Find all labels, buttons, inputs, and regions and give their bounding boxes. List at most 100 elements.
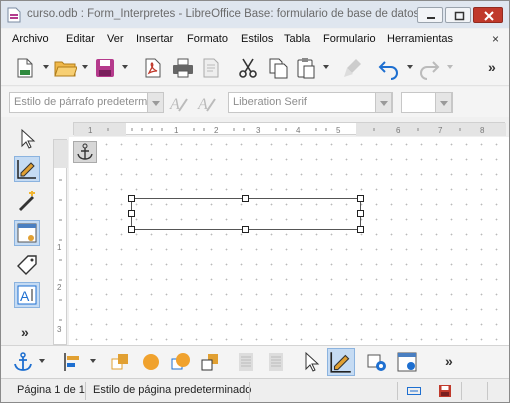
resize-handle-top-left[interactable] [128,195,135,202]
title-bar: curso.odb : Form_Interpretes - LibreOffi… [1,1,509,28]
paragraph-style-dropdown-icon[interactable] [147,92,164,113]
resize-handle-left[interactable] [128,210,135,217]
control-properties-icon[interactable] [365,350,389,374]
page-count[interactable]: Página 1 de 1 [17,384,85,396]
resize-handle-bottom[interactable] [242,226,249,233]
form-controls-toolbar: A » [1,118,49,345]
design-mode-toggle[interactable] [327,348,355,376]
menu-bar: Archivo Editar Ver Insertar Formato Esti… [1,29,509,50]
horizontal-ruler[interactable]: 1 1 2 3 4 5 6 7 8 [73,122,506,136]
paste-dropdown-icon[interactable] [323,65,329,69]
resize-handle-right[interactable] [357,210,364,217]
undo-icon[interactable] [377,56,401,80]
svg-text:2: 2 [214,126,219,135]
maximize-button[interactable] [445,7,471,23]
form-icon[interactable] [395,350,419,374]
anchor-marker-icon[interactable] [73,141,97,163]
undo-dropdown-icon[interactable] [407,65,413,69]
select-cursor-icon[interactable] [299,350,323,374]
new-dropdown-icon[interactable] [43,65,49,69]
form-properties-button[interactable] [14,220,40,246]
resize-handle-bottom-left[interactable] [128,226,135,233]
new-style-icon: A [197,96,216,113]
copy-icon[interactable] [266,56,290,80]
tab-order-icon[interactable] [14,252,40,278]
svg-text:7: 7 [438,126,443,135]
close-button[interactable] [473,7,503,23]
menu-tabla[interactable]: Tabla [284,33,310,45]
circle-front-icon[interactable] [139,350,163,374]
minimize-button[interactable] [417,7,443,23]
select-icon[interactable] [14,126,40,152]
paragraph-style-combo[interactable]: Estilo de párrafo predetermina [9,92,154,113]
resize-handle-top-right[interactable] [357,195,364,202]
font-name-combo[interactable]: Liberation Serif [228,92,393,113]
toolbar-overflow-icon[interactable]: » [488,59,496,75]
new-document-icon[interactable] [13,56,37,80]
print-icon[interactable] [171,56,195,80]
align-dropdown-icon[interactable] [90,359,96,363]
menu-formulario[interactable]: Formulario [323,33,376,45]
font-name-dropdown-icon[interactable] [375,92,392,113]
font-size-dropdown-icon[interactable] [435,92,452,113]
standard-toolbar: » [1,50,509,86]
form-properties-icon [17,223,37,243]
send-to-back-icon[interactable] [199,350,223,374]
svg-text:8: 8 [480,126,485,135]
resize-handle-bottom-right[interactable] [357,226,364,233]
svg-text:5: 5 [336,126,341,135]
wizards-icon[interactable] [14,188,40,214]
export-pdf-icon[interactable] [141,56,165,80]
paste-icon[interactable] [294,56,318,80]
vertical-ruler-ticks: 1 2 3 [54,140,68,334]
redo-dropdown-icon [447,65,453,69]
save-icon[interactable] [93,56,117,80]
menu-herramientas[interactable]: Herramientas [387,33,453,45]
menu-archivo[interactable]: Archivo [12,33,49,45]
document-modified-icon[interactable] [437,383,453,399]
form-navigator-button[interactable]: A [14,282,40,308]
svg-text:1: 1 [174,126,179,135]
design-mode-icon [17,160,36,179]
minimize-icon [427,17,435,19]
open-folder-icon[interactable] [53,56,77,80]
menu-editar[interactable]: Editar [66,33,95,45]
selection-mode-icon[interactable] [406,383,422,399]
design-mode-icon [330,352,351,373]
save-dropdown-icon[interactable] [122,65,128,69]
menu-estilos[interactable]: Estilos [241,33,273,45]
close-document-icon[interactable]: × [492,32,499,46]
anchor-dropdown-icon[interactable] [39,359,45,363]
menu-ver[interactable]: Ver [107,33,124,45]
status-separator [85,382,86,400]
formatting-toolbar: Estilo de párrafo predetermina A A Liber… [1,87,509,117]
redo-icon[interactable] [417,56,441,80]
vertical-ruler[interactable]: 1 2 3 [53,139,68,345]
svg-text:3: 3 [256,126,261,135]
page-icon-1 [239,353,253,371]
menu-formato[interactable]: Formato [187,33,228,45]
bring-to-front-icon[interactable] [109,350,133,374]
cut-icon[interactable] [236,56,260,80]
status-bar: Página 1 de 1 Estilo de página predeterm… [1,378,509,402]
bottombar-overflow-icon[interactable]: » [445,353,453,369]
sidebar-overflow-icon[interactable]: » [21,324,29,340]
resize-handle-top[interactable] [242,195,249,202]
svg-text:A: A [20,288,30,304]
window-title: curso.odb : Form_Interpretes - LibreOffi… [27,8,420,20]
clone-formatting-icon[interactable] [341,56,365,80]
anchor-icon[interactable] [11,350,35,374]
svg-text:1: 1 [57,243,62,252]
update-style-icon: A [169,96,188,113]
design-mode-button[interactable] [14,156,40,182]
print-preview-icon[interactable] [199,56,223,80]
menu-insertar[interactable]: Insertar [136,33,173,45]
page-style[interactable]: Estilo de página predeterminado [93,384,251,396]
document-canvas[interactable] [69,137,509,345]
svg-text:1: 1 [88,126,93,135]
status-separator [397,382,398,400]
form-design-toolbar: » [1,345,509,378]
circle-back-icon[interactable] [169,350,193,374]
open-dropdown-icon[interactable] [82,65,88,69]
align-objects-icon[interactable] [61,350,85,374]
